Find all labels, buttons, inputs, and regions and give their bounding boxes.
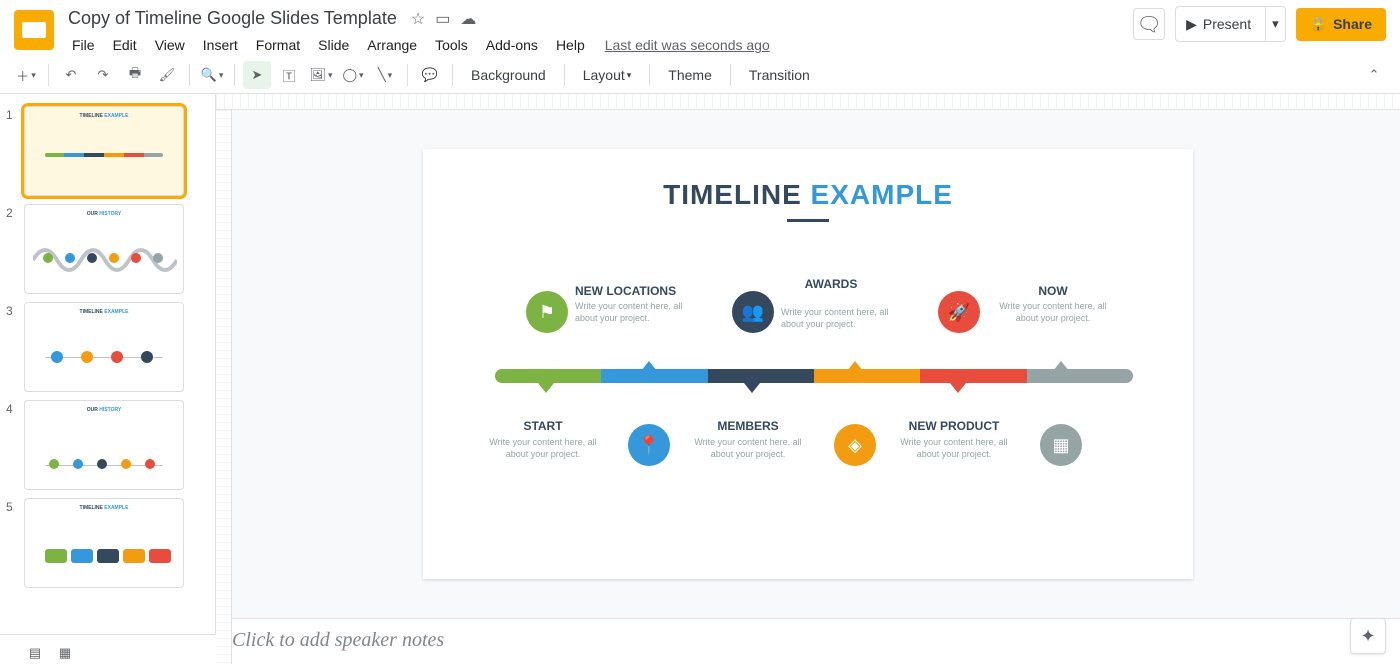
filmstrip-view-icon[interactable]: ▤ (20, 638, 50, 665)
redo-button[interactable]: ↷ (89, 61, 117, 89)
slide-title[interactable]: TIMELINE EXAMPLE (423, 179, 1193, 211)
item-subtext[interactable]: Write your content here, all about your … (988, 301, 1118, 324)
slides-app-icon[interactable] (14, 10, 54, 50)
horizontal-ruler (216, 94, 1400, 110)
print-button[interactable]: 🖶 (121, 61, 149, 89)
menu-addons[interactable]: Add-ons (478, 33, 546, 57)
present-icon: ▶ (1186, 16, 1197, 33)
diamond-icon[interactable]: ◈ (834, 424, 876, 466)
thumb-number: 4 (6, 400, 24, 416)
pointer-down-icon (744, 383, 760, 393)
menu-format[interactable]: Format (248, 33, 308, 57)
item-subtext[interactable]: Write your content here, all about your … (889, 437, 1019, 460)
toolbar: ＋ ↶ ↷ 🖶 🖌 🔍 ➤ 🅃 🖼 ◯ ╲ 💬 Background Layou… (0, 57, 1400, 94)
menu-insert[interactable]: Insert (195, 33, 246, 57)
present-dropdown[interactable]: ▾ (1265, 7, 1285, 41)
speaker-notes[interactable]: Click to add speaker notes (216, 618, 1400, 664)
image-tool[interactable]: 🖼 (307, 61, 335, 89)
present-button[interactable]: ▶Present (1176, 16, 1265, 33)
background-button[interactable]: Background (461, 61, 556, 89)
pointer-up-icon (847, 361, 863, 371)
layout-button[interactable]: Layout (573, 61, 642, 89)
select-tool[interactable]: ➤ (243, 61, 271, 89)
title-underline (787, 219, 829, 222)
slide-canvas[interactable]: TIMELINE EXAMPLE ⚑ NEW LOCATIONS Write y… (423, 149, 1193, 579)
lock-icon: 🔒 (1310, 16, 1327, 33)
slide-thumb-5[interactable]: TIMELINE EXAMPLE (24, 498, 184, 588)
item-label[interactable]: NEW LOCATIONS (575, 284, 705, 298)
slide-thumb-3[interactable]: TIMELINE EXAMPLE (24, 302, 184, 392)
zoom-button[interactable]: 🔍 (198, 61, 226, 89)
item-label[interactable]: NOW (988, 284, 1118, 298)
menu-view[interactable]: View (147, 33, 193, 57)
pointer-down-icon (538, 383, 554, 393)
comment-tool[interactable]: 💬 (416, 61, 444, 89)
document-title[interactable]: Copy of Timeline Google Slides Template (64, 6, 401, 31)
item-label[interactable]: MEMBERS (683, 419, 813, 433)
item-subtext[interactable]: Write your content here, all about your … (478, 437, 608, 460)
people-icon[interactable]: 👥 (732, 291, 774, 333)
slide-thumb-1[interactable]: TIMELINE EXAMPLE (24, 106, 184, 196)
present-button-group: ▶Present ▾ (1175, 6, 1286, 42)
menu-arrange[interactable]: Arrange (359, 33, 425, 57)
share-button[interactable]: 🔒Share (1296, 8, 1386, 41)
vertical-ruler (216, 110, 232, 664)
comments-button[interactable]: 🗨 (1133, 8, 1165, 40)
thumb-number: 2 (6, 204, 24, 220)
pin-icon[interactable]: 📍 (628, 424, 670, 466)
main-area: 1 TIMELINE EXAMPLE 2 OUR HISTORY 3 TIMEL… (0, 94, 1400, 664)
grid-view-icon[interactable]: ▦ (50, 638, 80, 665)
filmstrip-panel[interactable]: 1 TIMELINE EXAMPLE 2 OUR HISTORY 3 TIMEL… (0, 94, 216, 664)
new-slide-button[interactable]: ＋ (12, 61, 40, 89)
pointer-up-icon (1053, 361, 1069, 371)
menu-bar: File Edit View Insert Format Slide Arran… (64, 33, 1133, 57)
pointer-down-icon (950, 383, 966, 393)
pointer-up-icon (641, 361, 657, 371)
cloud-status-icon[interactable]: ☁ (460, 9, 476, 29)
item-subtext[interactable]: Write your content here, all about your … (683, 437, 813, 460)
menu-file[interactable]: File (64, 33, 103, 57)
canvas-area: TIMELINE EXAMPLE ⚑ NEW LOCATIONS Write y… (216, 94, 1400, 664)
transition-button[interactable]: Transition (739, 61, 820, 89)
textbox-tool[interactable]: 🅃 (275, 61, 303, 89)
item-subtext[interactable]: Write your content here, all about your … (575, 301, 705, 324)
item-label[interactable]: START (478, 419, 608, 433)
timeline-bar[interactable] (495, 369, 1133, 383)
last-edit-link[interactable]: Last edit was seconds ago (605, 37, 770, 53)
chart-icon[interactable]: ▦ (1040, 424, 1082, 466)
star-icon[interactable]: ☆ (411, 9, 425, 29)
thumb-number: 3 (6, 302, 24, 318)
menu-edit[interactable]: Edit (105, 33, 145, 57)
thumb-number: 1 (6, 106, 24, 122)
menu-tools[interactable]: Tools (427, 33, 476, 57)
line-tool[interactable]: ╲ (371, 61, 399, 89)
shape-tool[interactable]: ◯ (339, 61, 367, 89)
thumb-number: 5 (6, 498, 24, 514)
undo-button[interactable]: ↶ (57, 61, 85, 89)
item-label[interactable]: NEW PRODUCT (889, 419, 1019, 433)
menu-slide[interactable]: Slide (310, 33, 357, 57)
slide-thumb-4[interactable]: OUR HISTORY (24, 400, 184, 490)
item-label[interactable]: AWARDS (781, 277, 881, 291)
app-header: Copy of Timeline Google Slides Template … (0, 0, 1400, 57)
theme-button[interactable]: Theme (658, 61, 722, 89)
item-subtext[interactable]: Write your content here, all about your … (781, 307, 911, 330)
view-footer: ▤ ▦ (0, 634, 216, 664)
collapse-toolbar-icon[interactable]: ⌃ (1360, 61, 1388, 89)
menu-help[interactable]: Help (548, 33, 593, 57)
move-icon[interactable]: ▭ (435, 9, 450, 29)
slide-thumb-2[interactable]: OUR HISTORY (24, 204, 184, 294)
explore-button[interactable]: ✦ (1350, 618, 1386, 654)
rocket-icon[interactable]: 🚀 (938, 291, 980, 333)
paint-format-button[interactable]: 🖌 (153, 61, 181, 89)
flag-icon[interactable]: ⚑ (526, 291, 568, 333)
